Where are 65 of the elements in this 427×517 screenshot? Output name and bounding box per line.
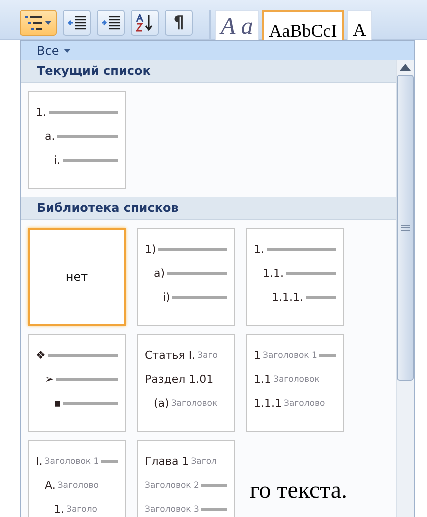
grip-icon xyxy=(401,225,410,231)
level-number: 1) xyxy=(145,243,156,256)
heading-label: Заголовок xyxy=(274,374,320,384)
tile-label: нет xyxy=(66,270,88,284)
section-header: Библиотека списков xyxy=(21,197,396,220)
list-style-tile[interactable]: 1 Заголовок 1 1.1 Заголовок 1.1.1 Заголово xyxy=(246,334,344,432)
increase-indent-icon xyxy=(102,15,120,31)
level-number: (a) xyxy=(154,397,170,410)
show-marks-button[interactable]: ¶ xyxy=(165,10,193,36)
scroll-up-icon[interactable] xyxy=(400,64,411,71)
heading-label: Заго xyxy=(198,350,218,360)
list-style-tile[interactable]: ❖ ➢ ▪ xyxy=(28,334,126,432)
caret-icon xyxy=(45,21,52,25)
level-number: 1. xyxy=(254,243,264,256)
decrease-indent-button[interactable] xyxy=(63,10,91,36)
level-number: ▪ xyxy=(54,397,62,410)
level-number: 1 xyxy=(254,349,261,362)
heading-label: Заголовок 2 xyxy=(145,480,200,490)
style-preview[interactable]: A a xyxy=(215,10,260,42)
heading-label: Заголовок 1 xyxy=(44,456,100,466)
scrollbar[interactable] xyxy=(396,60,414,517)
level-number: i. xyxy=(54,154,61,167)
list-style-tile[interactable]: 1. 1.1. 1.1.1. xyxy=(246,228,344,326)
level-number: 1.1.1. xyxy=(272,291,304,304)
scroll-thumb[interactable] xyxy=(397,75,414,381)
level-number: Глава 1 xyxy=(145,455,190,468)
level-number: 1.1 xyxy=(254,373,272,386)
level-number: ➢ xyxy=(45,373,54,386)
level-number: 1.1.1 xyxy=(254,397,282,410)
level-number: a) xyxy=(154,267,166,280)
list-style-tile[interactable]: Статья I. Заго Раздел 1.01 (a) Заголовок xyxy=(137,334,235,432)
filter-bar[interactable]: Все xyxy=(21,41,414,60)
increase-indent-button[interactable] xyxy=(97,10,125,36)
level-number: Раздел 1.01 xyxy=(145,373,214,386)
multilevel-button[interactable] xyxy=(20,10,57,36)
level-number: ❖ xyxy=(36,349,46,362)
level-number: a. xyxy=(45,130,56,143)
heading-label: Заголово xyxy=(58,480,99,490)
list-style-tile[interactable]: 1. a. i. xyxy=(28,91,126,189)
style-preview[interactable]: A xyxy=(347,10,372,42)
level-number: 1.1. xyxy=(263,267,284,280)
decrease-indent-icon xyxy=(68,15,86,31)
list-style-tile[interactable]: I. Заголовок 1 A. Заголово 1. Заголо xyxy=(28,440,126,517)
level-number: i) xyxy=(163,291,170,304)
filter-label: Все xyxy=(37,44,60,58)
sort-icon xyxy=(136,14,154,32)
level-number: I. xyxy=(36,455,43,468)
heading-label: Заголовок 3 xyxy=(145,504,200,514)
caret-icon xyxy=(64,48,72,52)
level-number: Статья I. xyxy=(145,349,196,362)
level-number: 1. xyxy=(54,503,64,516)
multilevel-list-icon xyxy=(25,15,43,31)
list-style-tile[interactable]: 1) a) i) xyxy=(137,228,235,326)
level-number: 1. xyxy=(36,106,46,119)
list-style-tile[interactable]: Глава 1 Загол Заголовок 2 Заголовок 3 xyxy=(137,440,235,517)
section-header: Текущий список xyxy=(21,60,396,83)
document-text: го текста. xyxy=(250,478,348,505)
level-number: A. xyxy=(45,479,56,492)
heading-label: Заголовок 1 xyxy=(263,350,318,360)
heading-label: Заголово xyxy=(284,398,326,408)
list-style-tile[interactable]: нет xyxy=(28,228,126,326)
heading-label: Заголо xyxy=(66,504,98,514)
heading-label: Загол xyxy=(191,456,217,466)
heading-label: Заголовок xyxy=(171,398,218,408)
sort-button[interactable] xyxy=(131,10,159,36)
